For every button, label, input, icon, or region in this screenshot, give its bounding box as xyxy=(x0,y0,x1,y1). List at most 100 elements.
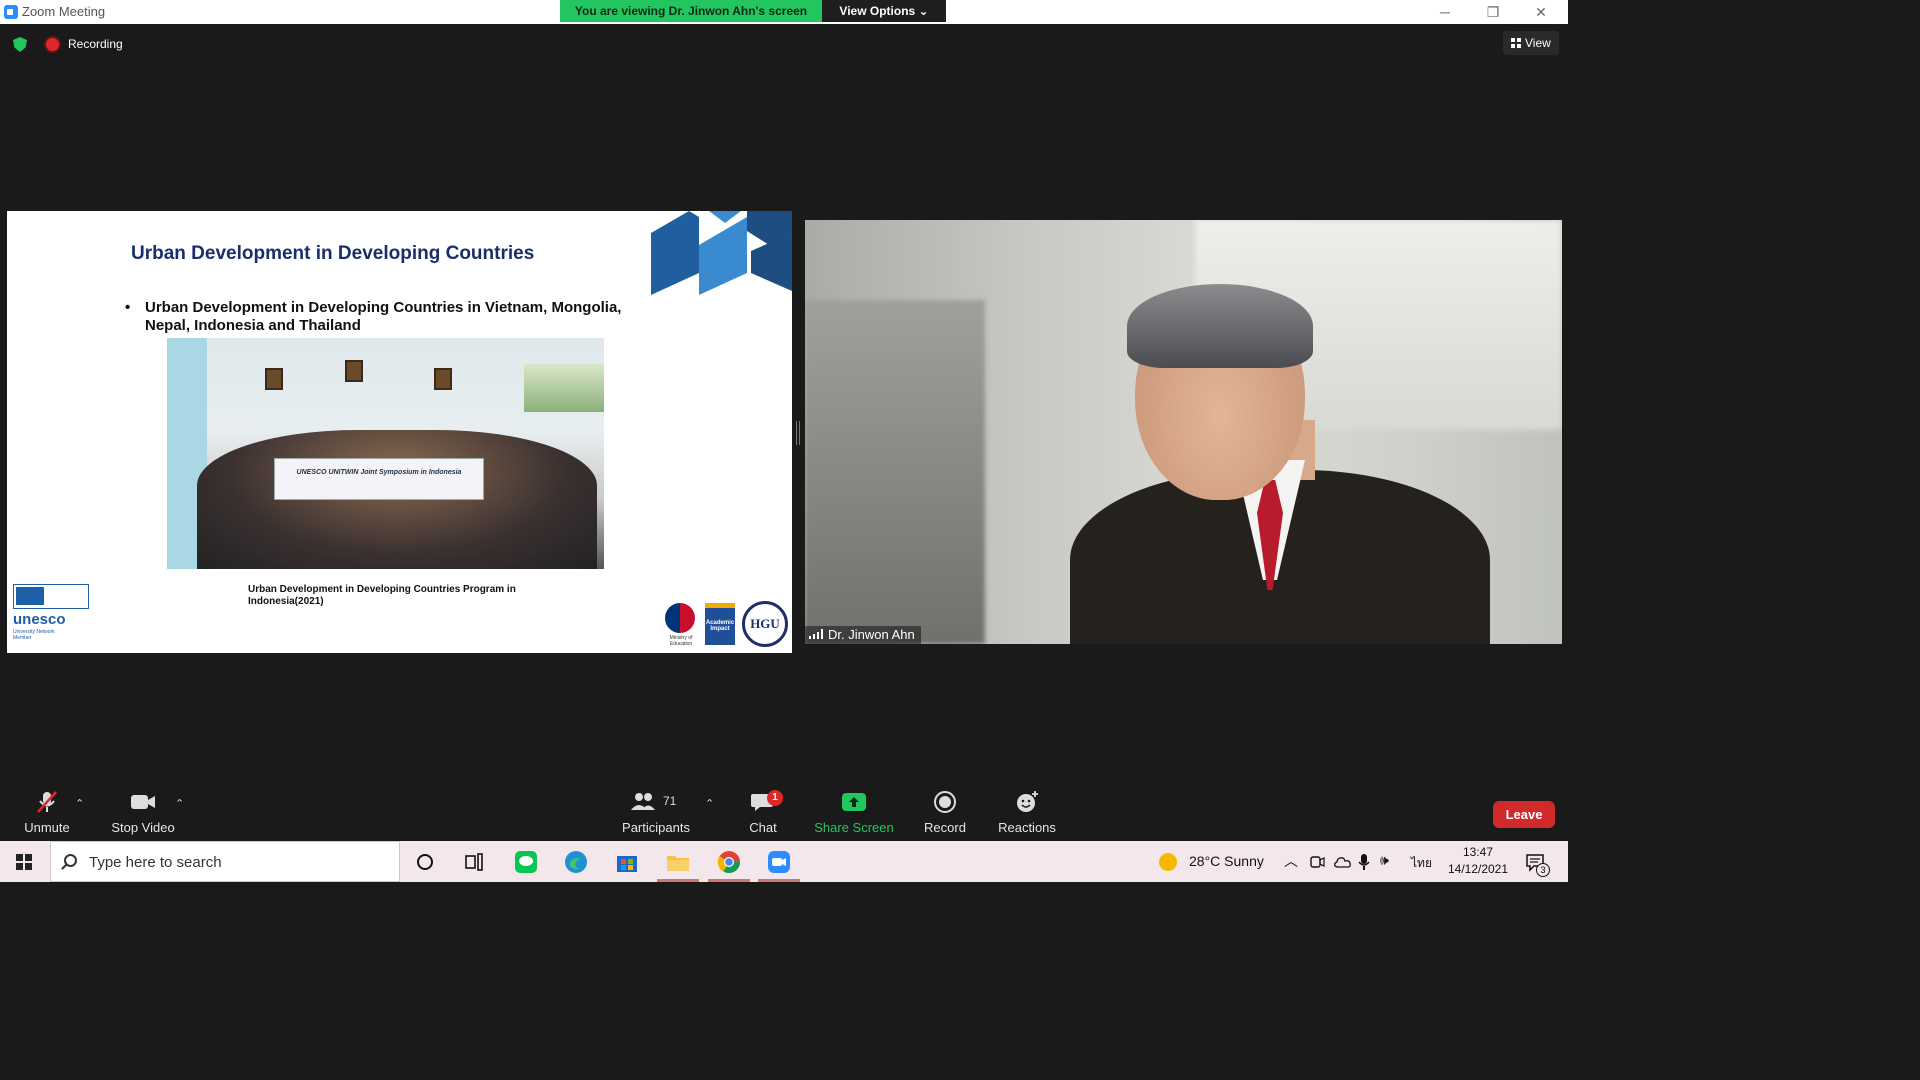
unesco-logo: unesco University Network Member xyxy=(13,584,89,644)
line-app-icon[interactable] xyxy=(513,849,539,875)
chat-label: Chat xyxy=(749,820,777,835)
input-language-indicator[interactable]: ไทย xyxy=(1411,854,1432,873)
zoom-app-icon xyxy=(4,5,18,19)
recording-icon[interactable] xyxy=(46,38,59,51)
zoom-taskbar-icon[interactable] xyxy=(766,849,792,875)
ministry-label: Ministry of Education xyxy=(669,635,693,647)
seminar-poster xyxy=(524,364,604,412)
taskbar-search-input[interactable] xyxy=(89,850,389,874)
onedrive-cloud-icon[interactable] xyxy=(1333,855,1351,869)
unesco-wordmark: unesco xyxy=(13,611,66,628)
view-label: View xyxy=(1525,36,1551,50)
reactions-label: Reactions xyxy=(998,820,1056,835)
reactions-button[interactable]: Reactions xyxy=(996,790,1058,835)
stop-video-button[interactable]: Stop Video xyxy=(108,790,178,835)
participants-count: 71 xyxy=(663,794,677,808)
participant-name-tag: Dr. Jinwon Ahn xyxy=(805,626,921,644)
slide-bullet: • Urban Development in Developing Countr… xyxy=(125,299,635,335)
record-button[interactable]: Record xyxy=(920,790,970,835)
ministry-of-education-emblem-icon xyxy=(663,601,697,635)
file-explorer-icon[interactable] xyxy=(665,849,691,875)
bullet-dot: • xyxy=(125,299,131,316)
share-screen-label: Share Screen xyxy=(814,820,894,835)
slide-bullet-text: Urban Development in Developing Countrie… xyxy=(145,299,622,334)
microphone-tray-icon[interactable] xyxy=(1358,853,1370,871)
recording-label[interactable]: Recording xyxy=(68,37,123,51)
chat-unread-badge: 1 xyxy=(767,790,783,806)
portrait-frame xyxy=(265,368,283,390)
caption-line-1: Urban Development in Developing Countrie… xyxy=(248,584,516,595)
slide-caption: Urban Development in Developing Countrie… xyxy=(248,584,548,608)
unesco-subtext: University Network Member xyxy=(13,629,55,641)
speaker-hair xyxy=(1127,284,1313,368)
weather-text[interactable]: 28°C Sunny xyxy=(1189,853,1264,869)
share-screen-arrow-icon xyxy=(842,793,866,811)
system-clock[interactable]: 13:47 14/12/2021 xyxy=(1440,844,1516,878)
taskbar-search-box[interactable] xyxy=(50,841,400,882)
search-icon xyxy=(64,854,77,867)
portrait-frame xyxy=(434,368,452,390)
restore-button[interactable]: ❐ xyxy=(1470,0,1516,24)
view-layout-button[interactable]: View xyxy=(1503,31,1559,55)
partner-logos: Ministry of Education Academic Impact HG… xyxy=(663,601,791,651)
slide-title: Urban Development in Developing Countrie… xyxy=(131,243,535,264)
notification-count-badge: 3 xyxy=(1536,863,1550,877)
video-options-chevron-icon[interactable]: ⌃ xyxy=(175,797,184,810)
window-title: Zoom Meeting xyxy=(22,4,106,19)
speaker-video[interactable] xyxy=(805,220,1562,644)
participants-icon-group: 71 xyxy=(626,790,686,814)
group-photo: UNESCO UNITWIN Joint Symposium in Indone… xyxy=(167,338,604,569)
cube-logo-graphic xyxy=(651,211,792,295)
sun-weather-icon[interactable] xyxy=(1159,853,1177,871)
cortana-icon[interactable] xyxy=(412,849,438,875)
smiley-plus-icon xyxy=(1017,791,1038,812)
participants-options-chevron-icon[interactable]: ⌃ xyxy=(705,797,714,810)
edge-browser-icon[interactable] xyxy=(563,849,589,875)
record-icon xyxy=(934,791,956,813)
stop-video-label: Stop Video xyxy=(111,820,175,835)
windows-start-icon[interactable] xyxy=(16,854,32,870)
title-bar: Zoom Meeting You are viewing Dr. Jinwon … xyxy=(0,0,1568,24)
shared-screen-slide: Urban Development in Developing Countrie… xyxy=(7,211,792,653)
video-background-wall xyxy=(805,300,985,644)
connection-signal-icon xyxy=(809,629,823,639)
zoom-active-indicator xyxy=(758,879,800,882)
chrome-active-indicator xyxy=(708,879,750,882)
record-label: Record xyxy=(924,820,966,835)
chrome-browser-icon[interactable] xyxy=(716,849,742,875)
caption-line-2: Indonesia(2021) xyxy=(248,596,324,607)
split-view-drag-handle[interactable] xyxy=(796,421,800,445)
academic-impact-logo: Academic Impact xyxy=(705,603,735,645)
participants-button[interactable]: 71 Participants xyxy=(620,790,692,835)
grid-icon xyxy=(1511,38,1521,48)
microsoft-store-icon[interactable] xyxy=(614,849,640,875)
meet-now-icon[interactable] xyxy=(1309,854,1325,870)
symposium-banner: UNESCO UNITWIN Joint Symposium in Indone… xyxy=(274,458,484,500)
unesco-temple-icon xyxy=(16,587,44,605)
unmute-label: Unmute xyxy=(24,820,70,835)
portrait-frame xyxy=(345,360,363,382)
minimize-button[interactable]: ─ xyxy=(1422,0,1468,24)
file-explorer-active-indicator xyxy=(657,879,699,882)
people-icon xyxy=(631,793,655,810)
windows-taskbar: 28°C Sunny ︿ 🕪 ไทย 3 xyxy=(0,841,1568,882)
zoom-meeting-window: Zoom Meeting You are viewing Dr. Jinwon … xyxy=(0,0,1568,882)
close-button[interactable]: ✕ xyxy=(1518,0,1564,24)
participant-name: Dr. Jinwon Ahn xyxy=(828,627,915,642)
view-options-button[interactable]: View Options ⌄ xyxy=(822,0,946,22)
viewing-screen-banner: You are viewing Dr. Jinwon Ahn's screen xyxy=(560,0,822,22)
participants-label: Participants xyxy=(622,820,690,835)
muted-microphone-icon xyxy=(37,791,57,813)
video-camera-icon xyxy=(131,795,155,809)
speaker-volume-icon[interactable]: 🕪 xyxy=(1380,852,1389,869)
audio-options-chevron-icon[interactable]: ⌃ xyxy=(75,797,84,810)
hgu-seal-logo: HGU xyxy=(742,601,788,647)
task-view-icon[interactable] xyxy=(461,849,487,875)
leave-meeting-button[interactable]: Leave xyxy=(1493,801,1555,828)
unmute-button[interactable]: Unmute xyxy=(17,790,77,835)
clock-date: 14/12/2021 xyxy=(1447,862,1509,876)
show-hidden-icons-chevron-icon[interactable]: ︿ xyxy=(1284,851,1298,871)
clock-time: 13:47 xyxy=(1462,845,1494,859)
share-screen-button[interactable]: Share Screen xyxy=(814,790,894,835)
security-shield-icon[interactable] xyxy=(13,37,27,52)
